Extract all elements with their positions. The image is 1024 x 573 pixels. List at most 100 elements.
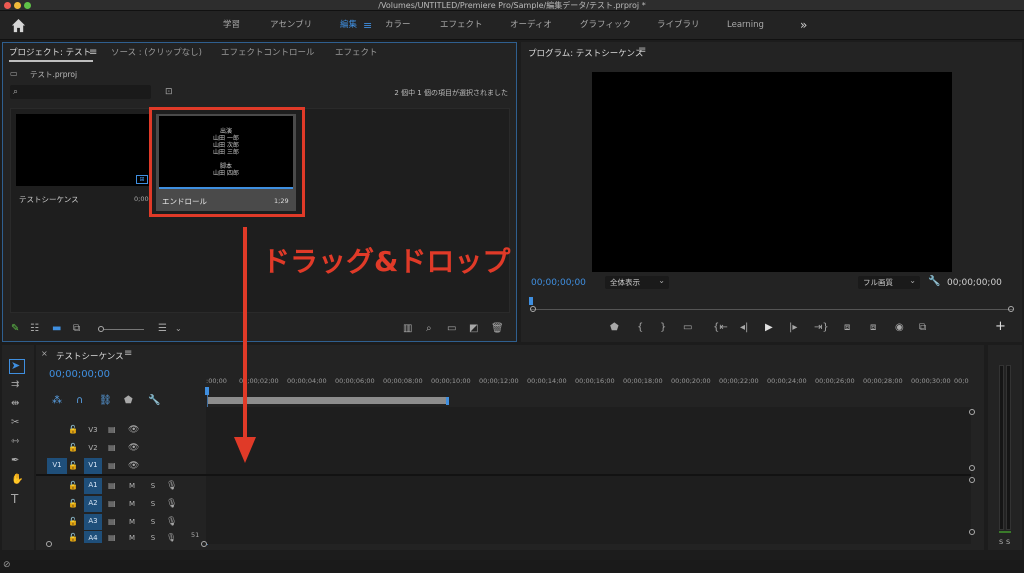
lock-icon[interactable]: 🔓 [68,442,78,454]
microphone-icon[interactable]: 🎙 [166,516,177,528]
razor-tool-icon[interactable]: ✂ [11,417,19,429]
timeline-playhead[interactable] [205,387,209,395]
sync-lock-icon[interactable]: ▤ [108,516,116,528]
microphone-icon[interactable]: 🎙 [166,498,177,510]
trash-icon[interactable]: 🗑 [491,323,504,335]
sync-lock-icon[interactable]: ▤ [108,442,116,454]
go-to-in-icon[interactable]: {⇤ [713,322,728,334]
track-name[interactable]: V2 [84,441,102,455]
tab-effects[interactable]: エフェクト [335,43,378,63]
snap-icon[interactable]: ∩ [76,395,83,407]
chevron-down-icon[interactable]: ⌄ [175,323,182,335]
play-icon[interactable]: ▶ [765,322,773,334]
mark-in-icon[interactable]: { [637,322,643,334]
new-bin-icon[interactable]: ▭ [447,323,456,335]
freeform-view-icon[interactable]: ⧉ [73,323,80,335]
vertical-scroll-handle[interactable] [969,477,975,483]
add-marker-icon[interactable]: ⬟ [610,322,619,334]
sync-lock-icon[interactable]: ▤ [108,424,116,436]
playhead-timecode[interactable]: 00;00;00;00 [531,278,586,288]
new-item-icon[interactable]: ◩ [469,323,478,335]
vertical-scroll-handle[interactable] [969,409,975,415]
more-workspaces-button[interactable]: » [800,11,807,40]
vertical-scroll-handle[interactable] [969,465,975,471]
lock-icon[interactable]: 🔓 [68,480,78,492]
new-search-bin-icon[interactable]: ⊡ [165,86,173,98]
workspace-tab-effects[interactable]: エフェクト [440,11,483,40]
project-item-sequence[interactable]: ⊞ テストシーケンス 0;00 [16,114,151,211]
microphone-icon[interactable]: 🎙 [166,532,176,543]
list-view-icon[interactable]: ☷ [30,323,39,335]
solo-button[interactable]: S [147,515,159,529]
scrubber-right-handle[interactable] [1008,306,1014,312]
sync-lock-icon[interactable]: ▤ [108,532,116,543]
add-marker-icon[interactable]: ⬟ [124,395,133,407]
workspace-tab-libraries[interactable]: ライブラリ [657,11,700,40]
sync-lock-icon[interactable]: ▤ [108,460,116,472]
sync-lock-icon[interactable]: ▤ [108,480,116,492]
eye-icon[interactable]: 👁 [128,424,139,436]
go-to-out-icon[interactable]: ⇥} [814,322,829,334]
solo-button[interactable]: S [147,479,159,493]
time-ruler[interactable]: :00;00 00;00;02;00 00;00;04;00 00;00;06;… [206,377,971,391]
lock-icon[interactable]: 🔓 [68,532,78,543]
track-name[interactable]: V1 [84,458,102,474]
step-back-icon[interactable]: ◂| [740,322,748,334]
track-name[interactable]: V3 [84,423,102,437]
program-video-frame[interactable] [592,72,952,272]
workspace-tab-edit[interactable]: 編集 [340,11,357,40]
track-name[interactable]: A3 [84,514,102,530]
solo-button[interactable]: S [147,497,159,511]
sync-lock-icon[interactable]: ▤ [108,498,116,510]
add-button-icon[interactable]: + [995,320,1006,333]
scrubber-left-handle[interactable] [530,306,536,312]
workspace-tab-graphics[interactable]: グラフィック [580,11,631,40]
sort-icon[interactable]: ☰ [158,323,167,335]
wrench-icon[interactable]: 🔧 [928,276,940,288]
source-patch-v1[interactable]: V1 [47,458,67,474]
linked-selection-icon[interactable]: ⛓ [99,395,112,407]
track-name[interactable]: A4 [84,531,102,543]
pen-tool-icon[interactable]: ✒ [11,455,19,467]
mute-button[interactable]: M [126,479,138,493]
workspace-tab-color[interactable]: カラー [385,11,411,40]
track-name[interactable]: A2 [84,496,102,512]
zoom-slider-track[interactable] [104,329,144,330]
monitor-scrubber[interactable] [531,309,1013,310]
search-field[interactable]: ⌕ [10,85,151,99]
step-forward-icon[interactable]: |▸ [789,322,797,334]
ripple-edit-tool-icon[interactable]: ⇹ [11,398,19,410]
panel-menu-icon[interactable]: ≡ [124,348,132,359]
horizontal-scroll-handle[interactable] [201,541,207,547]
timeline-timecode[interactable]: 00;00;00;00 [49,369,110,380]
lock-icon[interactable]: 🔓 [68,424,78,436]
zoom-select[interactable]: 全体表示 ⌄ [605,276,669,289]
panel-menu-icon[interactable]: ≡ [638,45,646,56]
selection-tool-icon[interactable]: ➤ [11,360,20,372]
lock-icon[interactable]: 🔓 [68,498,78,510]
tab-source[interactable]: ソース : (クリップなし) [111,43,202,63]
track-name[interactable]: A1 [84,478,102,494]
workspace-menu-icon[interactable]: ≡ [363,11,372,40]
solo-button[interactable]: S [147,531,159,543]
vertical-scroll-handle[interactable] [969,529,975,535]
home-icon[interactable] [11,18,26,33]
eye-icon[interactable]: 👁 [128,460,139,472]
pencil-icon[interactable]: ✎ [11,323,19,335]
icon-view-icon[interactable]: ▬ [52,323,61,335]
quality-select[interactable]: フル画質 ⌄ [858,276,920,289]
track-select-tool-icon[interactable]: ⇉ [11,379,19,391]
type-tool-icon[interactable]: T [11,493,18,505]
compare-view-icon[interactable]: ⧉ [919,322,926,334]
lift-icon[interactable]: ⧈ [844,322,850,334]
workspace-tab-learning[interactable]: Learning [727,11,764,40]
search-input[interactable] [26,86,146,98]
eye-icon[interactable]: 👁 [128,442,139,454]
work-area-end-handle[interactable] [446,397,449,405]
mute-button[interactable]: M [126,531,138,543]
meter-solo-right[interactable]: S [1006,538,1010,546]
safe-margins-icon[interactable]: ▭ [683,322,692,334]
microphone-icon[interactable]: 🎙 [166,480,177,492]
tab-effect-controls[interactable]: エフェクトコントロール [221,43,315,63]
hand-tool-icon[interactable]: ✋ [11,474,23,486]
